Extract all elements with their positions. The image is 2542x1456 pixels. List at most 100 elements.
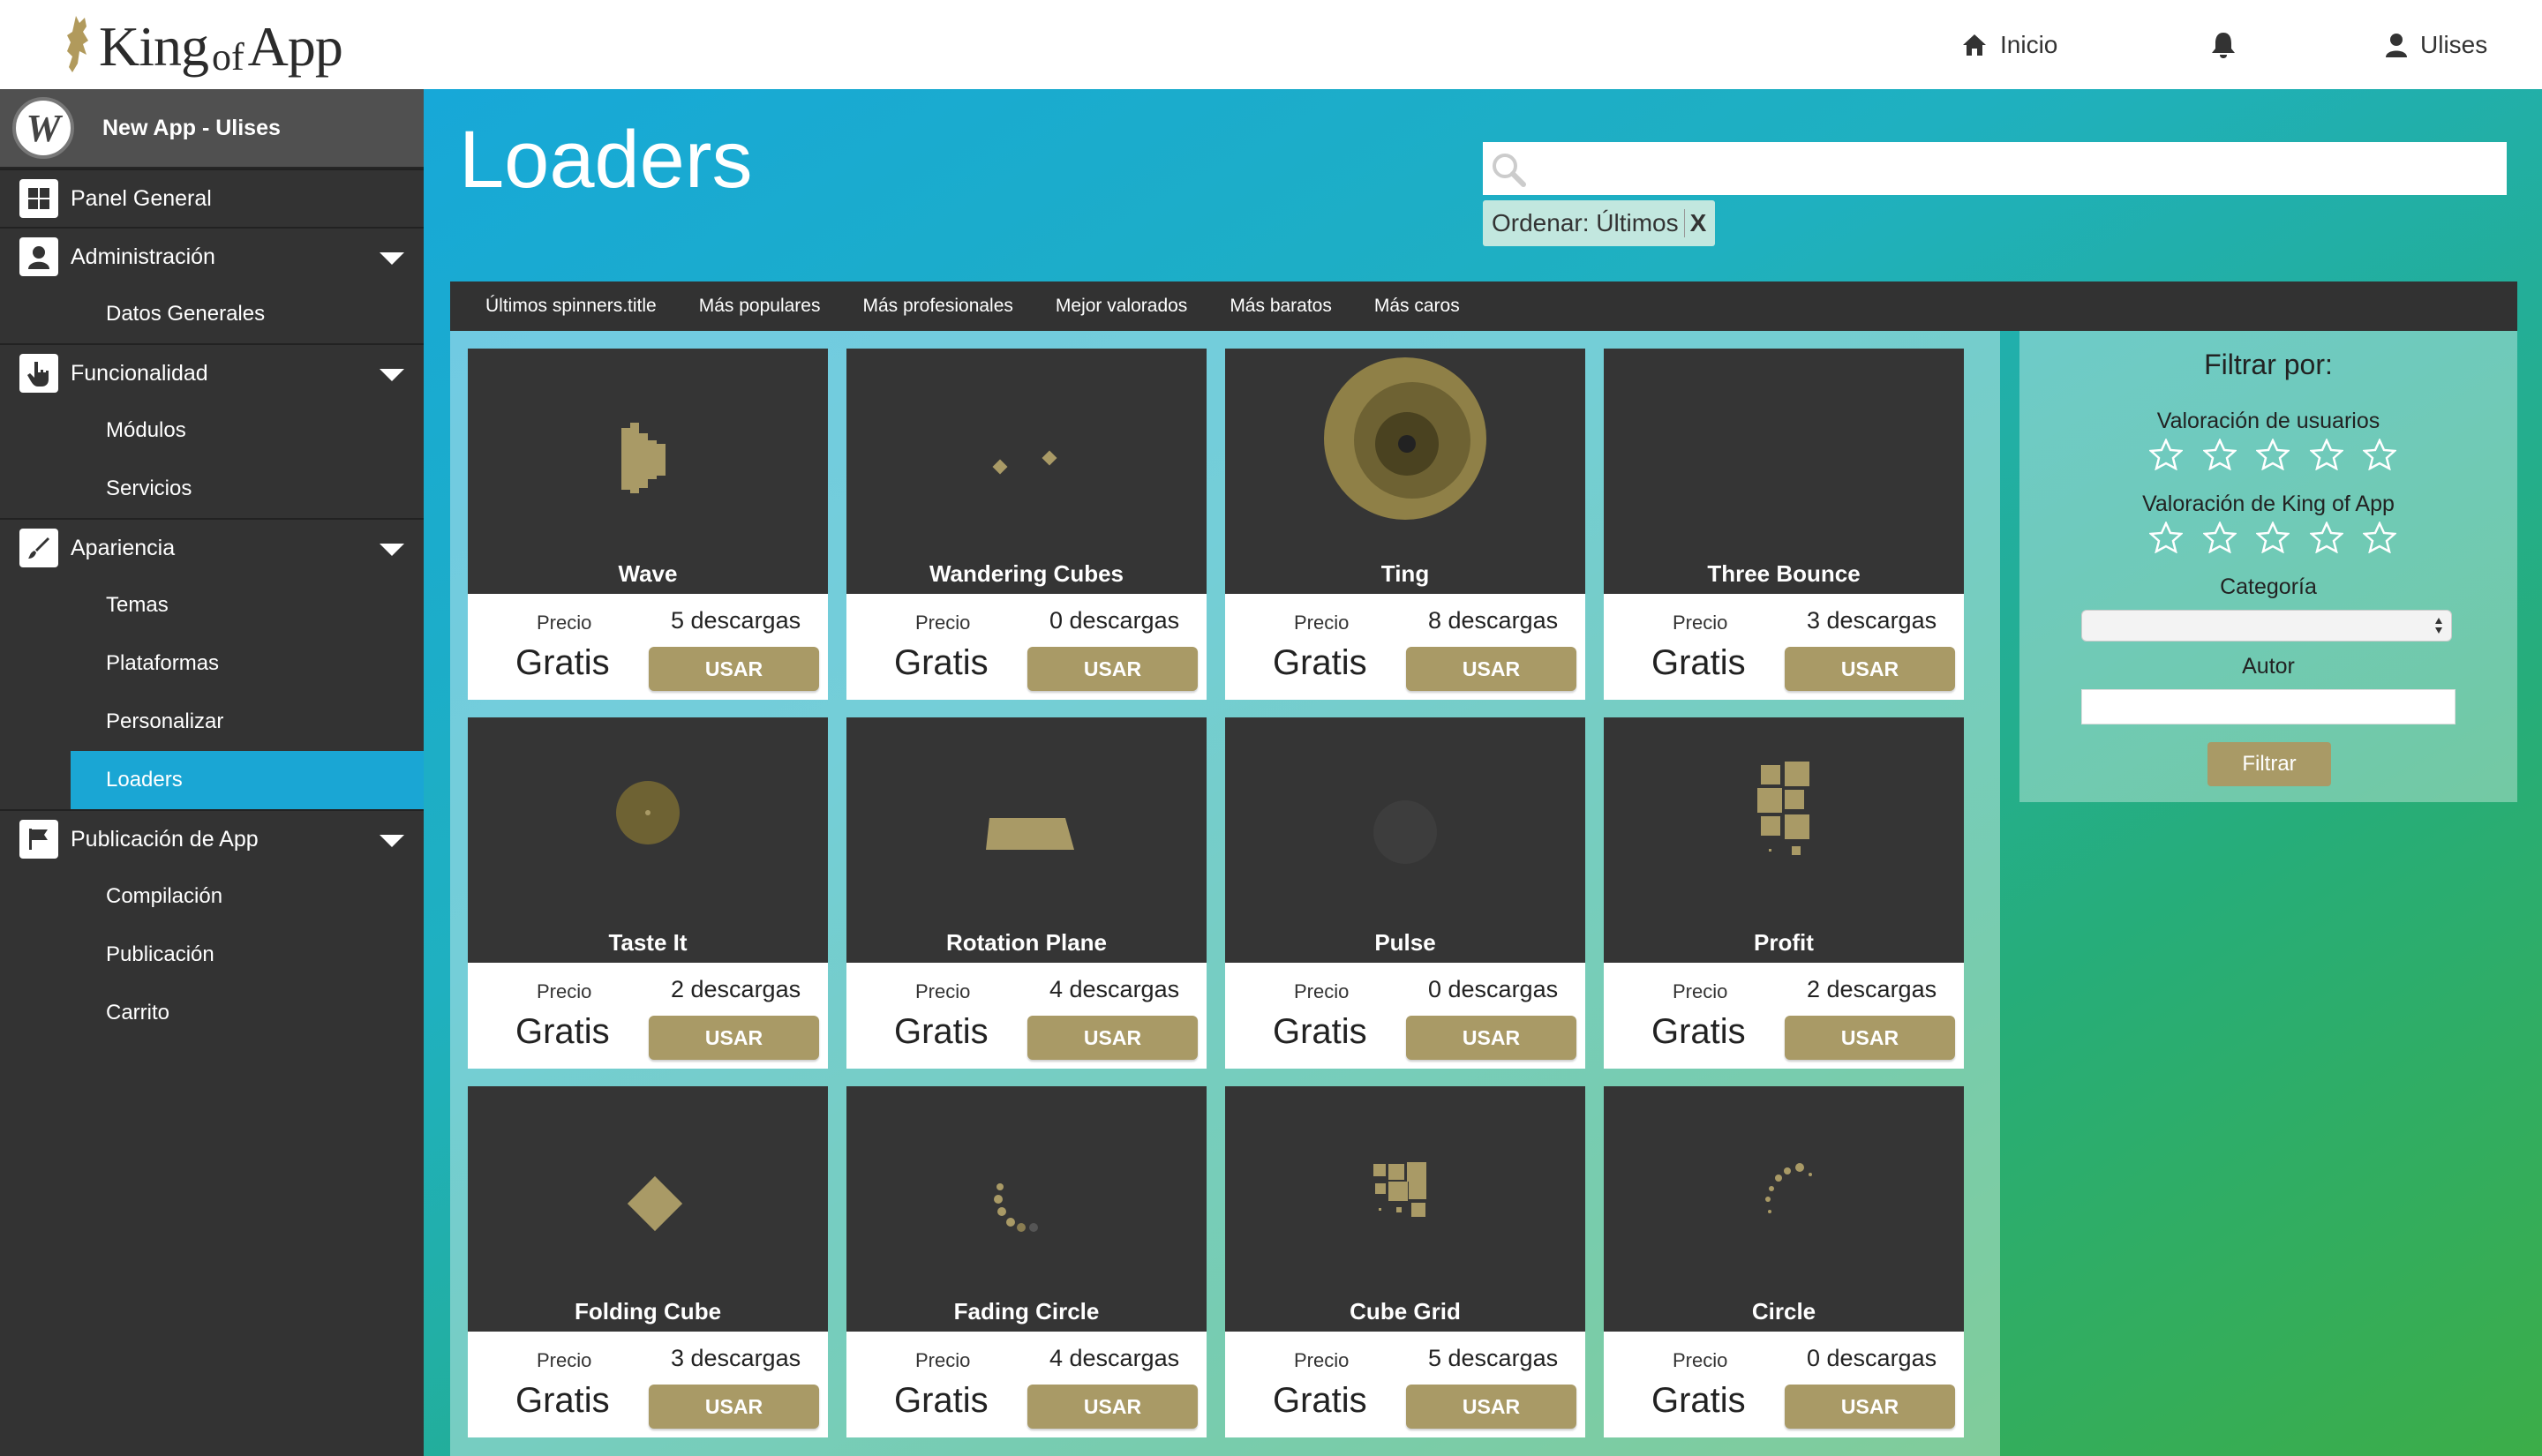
sidebar-item-label: Apariencia bbox=[71, 535, 176, 560]
star-icon[interactable] bbox=[2363, 522, 2396, 553]
sidebar-item-apariencia[interactable]: Apariencia bbox=[0, 518, 424, 576]
sidebar-item-modulos[interactable]: Módulos bbox=[0, 402, 424, 460]
sidebar-item-temas[interactable]: Temas bbox=[0, 576, 424, 634]
sidebar-item-funcionalidad[interactable]: Funcionalidad bbox=[0, 343, 424, 402]
sidebar-item-label: Loaders bbox=[106, 768, 183, 792]
price-label: Precio bbox=[1294, 980, 1350, 1002]
star-icon[interactable] bbox=[2149, 522, 2183, 553]
sidebar-item-label: Panel General bbox=[71, 185, 212, 211]
nav-home[interactable]: Inicio bbox=[1961, 0, 2057, 89]
loader-preview bbox=[1604, 349, 1964, 594]
wandering-cubes-loader-icon bbox=[992, 450, 1057, 475]
sidebar-item-datos-generales[interactable]: Datos Generales bbox=[0, 285, 424, 343]
sidebar-item-publicacion-de-app[interactable]: Publicación de App bbox=[0, 809, 424, 867]
remove-order-button[interactable]: X bbox=[1683, 209, 1706, 237]
loader-name: Taste It bbox=[608, 929, 688, 956]
use-button[interactable]: USAR bbox=[1406, 647, 1576, 691]
order-chip-label: Ordenar: Últimos bbox=[1492, 209, 1679, 236]
author-input[interactable] bbox=[2081, 689, 2456, 724]
star-icon[interactable] bbox=[2149, 439, 2183, 470]
use-button[interactable]: USAR bbox=[649, 1385, 819, 1429]
use-button[interactable]: USAR bbox=[649, 1016, 819, 1060]
use-button[interactable]: USAR bbox=[1785, 647, 1955, 691]
use-button[interactable]: USAR bbox=[1406, 1385, 1576, 1429]
sidebar-item-carrito[interactable]: Carrito bbox=[0, 984, 424, 1042]
search-bar[interactable] bbox=[1483, 142, 2507, 195]
price-label: Precio bbox=[915, 1349, 971, 1371]
cube-grid-loader-icon bbox=[1373, 1162, 1426, 1217]
price-value: Gratis bbox=[515, 643, 610, 682]
fading-circle-loader-icon bbox=[994, 1183, 1038, 1232]
sidebar-item-administracion[interactable]: Administración bbox=[0, 227, 424, 285]
loader-name: Cube Grid bbox=[1350, 1298, 1461, 1325]
use-button[interactable]: USAR bbox=[1406, 1016, 1576, 1060]
nav-user-label: Ulises bbox=[2420, 30, 2488, 58]
use-button[interactable]: USAR bbox=[1027, 647, 1198, 691]
star-icon[interactable] bbox=[2363, 439, 2396, 470]
loader-preview bbox=[846, 349, 1207, 594]
star-icon[interactable] bbox=[2256, 439, 2290, 470]
price-value: Gratis bbox=[894, 1012, 989, 1051]
folding-cube-loader-icon bbox=[627, 1175, 683, 1232]
category-select[interactable] bbox=[2081, 610, 2452, 642]
loader-card: Wave Precio 5 descargas Gratis USAR bbox=[468, 349, 828, 700]
loader-card: Circle Precio 0 descargas Gratis USAR bbox=[1604, 1086, 1964, 1437]
dashboard-icon bbox=[19, 179, 58, 218]
star-icon[interactable] bbox=[2256, 522, 2290, 553]
koa-rating-stars[interactable] bbox=[2149, 522, 2396, 553]
user-rating-stars[interactable] bbox=[2149, 439, 2396, 470]
loader-name: Ting bbox=[1380, 560, 1430, 587]
author-label: Autor bbox=[2242, 654, 2295, 679]
sidebar-item-compilacion[interactable]: Compilación bbox=[0, 867, 424, 926]
logo-app: App bbox=[247, 15, 343, 78]
tab-mas-baratos[interactable]: Más baratos bbox=[1230, 296, 1332, 317]
flag-icon bbox=[19, 820, 58, 859]
loader-name: Wandering Cubes bbox=[929, 560, 1124, 587]
loader-preview bbox=[468, 717, 828, 963]
downloads-count: 0 descargas bbox=[1428, 976, 1559, 1002]
star-icon[interactable] bbox=[2202, 522, 2237, 553]
sidebar-item-publicacion[interactable]: Publicación bbox=[0, 926, 424, 984]
loader-preview bbox=[846, 717, 1207, 963]
order-filter-chip: Ordenar: Últimos X bbox=[1483, 200, 1716, 246]
sidebar-item-panel-general[interactable]: Panel General bbox=[0, 169, 424, 227]
price-label: Precio bbox=[1673, 980, 1728, 1002]
star-icon[interactable] bbox=[2309, 439, 2343, 470]
sidebar-item-loaders[interactable]: Loaders bbox=[71, 751, 424, 809]
loader-card: Taste It Precio 2 descargas Gratis USAR bbox=[468, 717, 828, 1069]
tab-mas-profesionales[interactable]: Más profesionales bbox=[862, 296, 1012, 317]
tab-ultimos[interactable]: Últimos spinners.title bbox=[485, 296, 657, 317]
loader-card: Ting Precio 8 descargas Gratis USAR bbox=[1225, 349, 1585, 700]
price-value: Gratis bbox=[515, 1012, 610, 1051]
tab-mas-caros[interactable]: Más caros bbox=[1374, 296, 1460, 317]
nav-user[interactable]: Ulises bbox=[2385, 0, 2487, 89]
sidebar-item-plataformas[interactable]: Plataformas bbox=[0, 634, 424, 693]
use-button[interactable]: USAR bbox=[1027, 1385, 1198, 1429]
user-icon bbox=[19, 237, 58, 276]
sidebar-item-personalizar[interactable]: Personalizar bbox=[0, 693, 424, 751]
use-button[interactable]: USAR bbox=[1027, 1016, 1198, 1060]
use-button[interactable]: USAR bbox=[1785, 1016, 1955, 1060]
tab-mas-populares[interactable]: Más populares bbox=[699, 296, 821, 317]
loader-preview bbox=[1604, 717, 1964, 963]
star-icon[interactable] bbox=[2202, 439, 2237, 470]
use-button[interactable]: USAR bbox=[649, 647, 819, 691]
price-value: Gratis bbox=[1273, 1381, 1367, 1420]
notifications-button[interactable] bbox=[2210, 0, 2249, 89]
price-value: Gratis bbox=[894, 643, 989, 682]
loader-card: Three Bounce Precio 3 descargas Gratis U… bbox=[1604, 349, 1964, 700]
price-value: Gratis bbox=[894, 1381, 989, 1420]
app-selector[interactable]: W New App - Ulises bbox=[0, 89, 424, 169]
king-of-app-logo[interactable]: King of App bbox=[58, 9, 343, 79]
filter-button[interactable]: Filtrar bbox=[2207, 742, 2331, 786]
loader-name: Profit bbox=[1754, 929, 1814, 956]
tab-mejor-valorados[interactable]: Mejor valorados bbox=[1056, 296, 1187, 317]
use-button[interactable]: USAR bbox=[1785, 1385, 1955, 1429]
star-icon[interactable] bbox=[2309, 522, 2343, 553]
sidebar-item-servicios[interactable]: Servicios bbox=[0, 460, 424, 518]
select-arrows-icon bbox=[2435, 618, 2442, 634]
loader-name: Pulse bbox=[1374, 929, 1436, 956]
pointer-hand-icon bbox=[19, 354, 58, 393]
loader-preview bbox=[468, 1086, 828, 1332]
loader-card: Fading Circle Precio 4 descargas Gratis … bbox=[846, 1086, 1207, 1437]
